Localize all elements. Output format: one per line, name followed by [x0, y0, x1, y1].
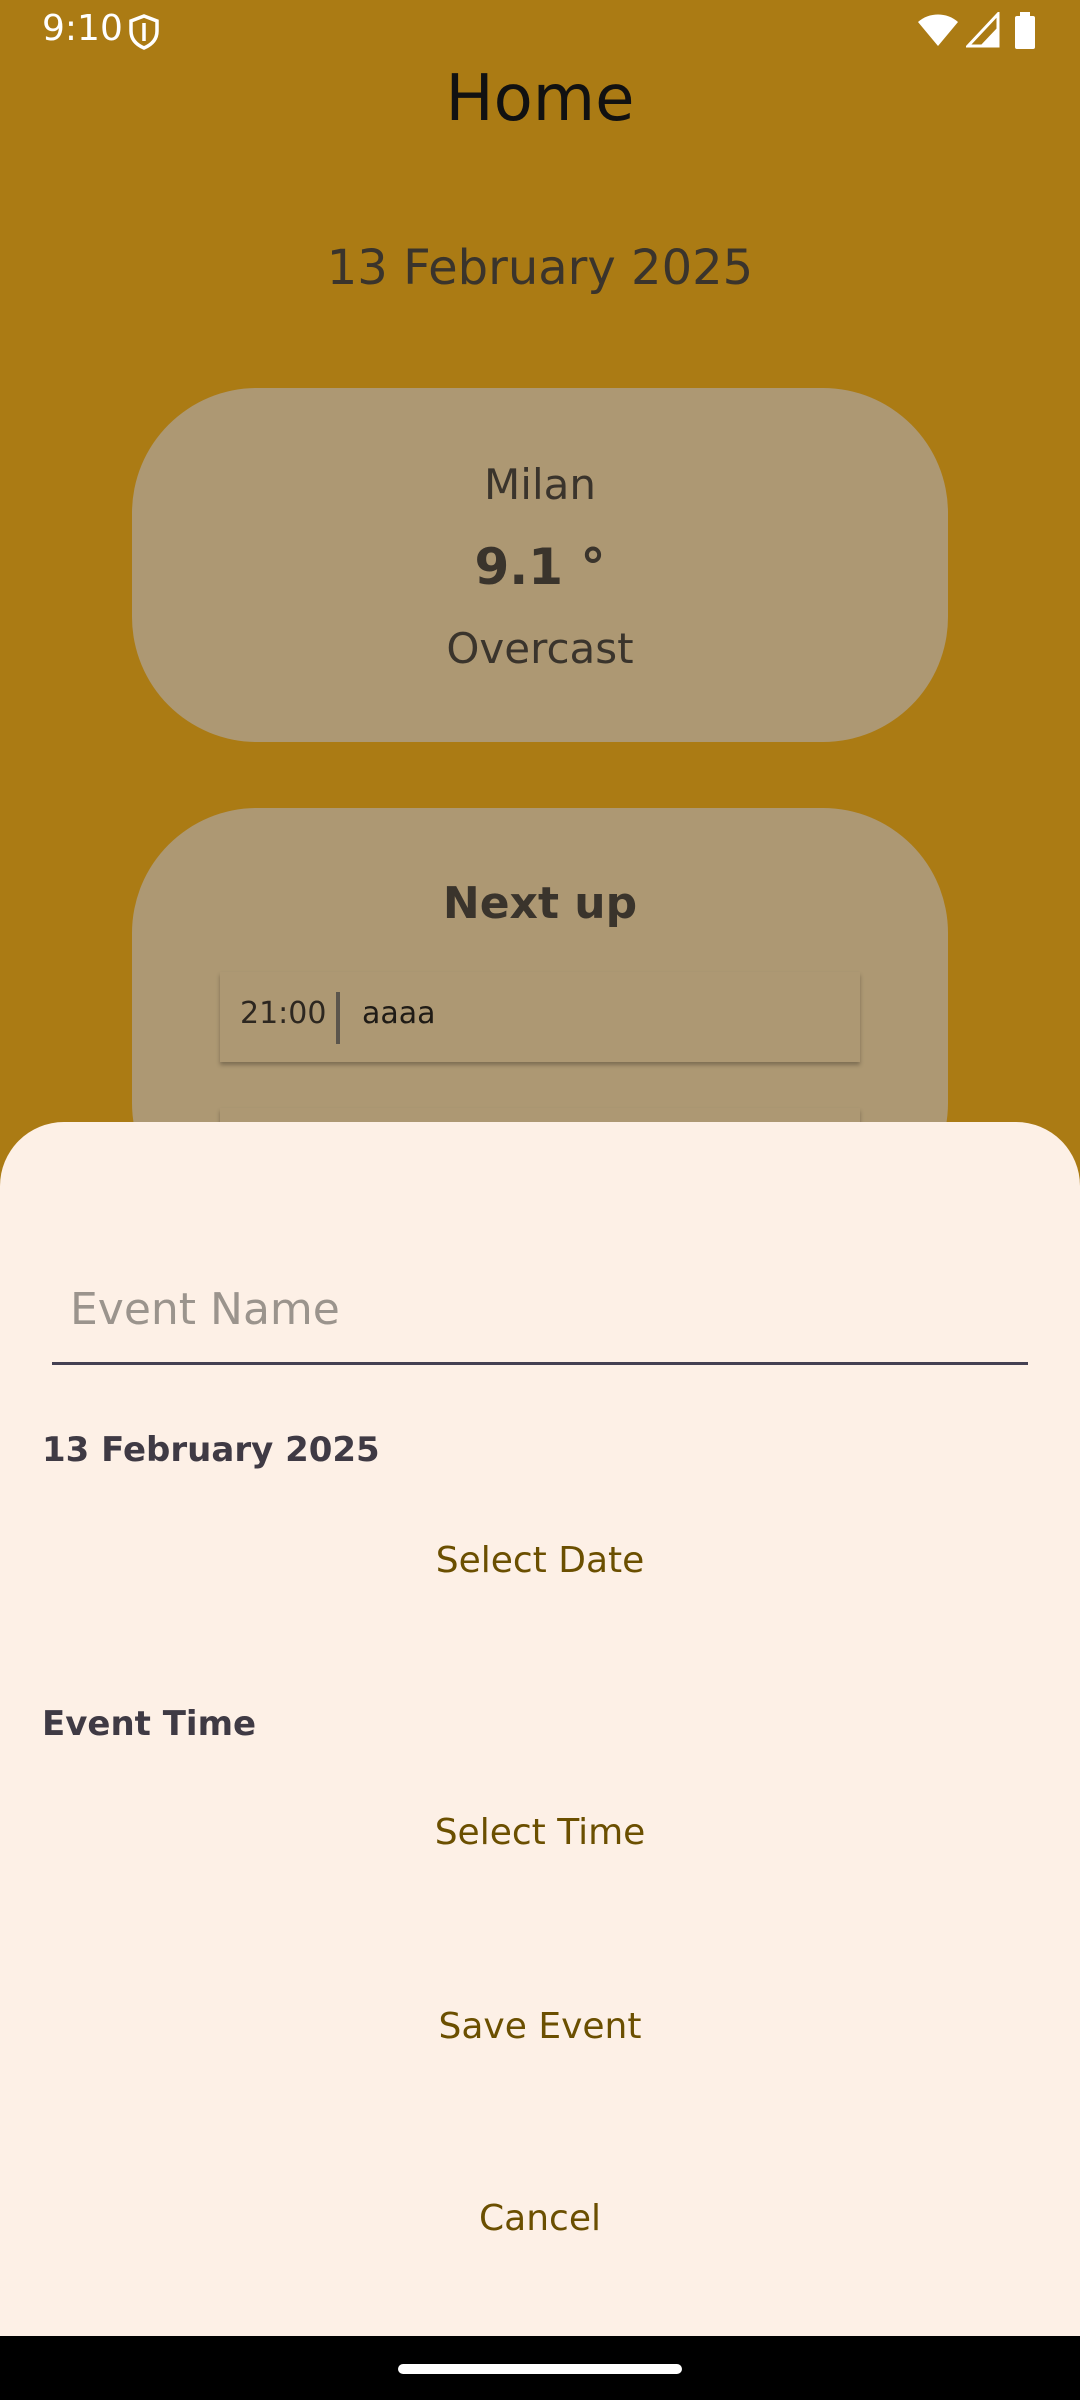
cancel-button[interactable]: Cancel [340, 2176, 740, 2260]
save-event-button[interactable]: Save Event [340, 1984, 740, 2068]
add-event-sheet: 13 February 2025 Select Date Event Time … [0, 1122, 1080, 2336]
select-time-button[interactable]: Select Time [340, 1790, 740, 1874]
navigation-bar [0, 2336, 1080, 2400]
selected-date: 13 February 2025 [42, 1430, 380, 1470]
event-time-label: Event Time [42, 1704, 257, 1744]
event-name-input[interactable] [68, 1268, 1012, 1350]
event-name-field[interactable] [52, 1260, 1028, 1365]
home-gesture-handle[interactable] [398, 2364, 682, 2374]
select-date-button[interactable]: Select Date [340, 1518, 740, 1602]
